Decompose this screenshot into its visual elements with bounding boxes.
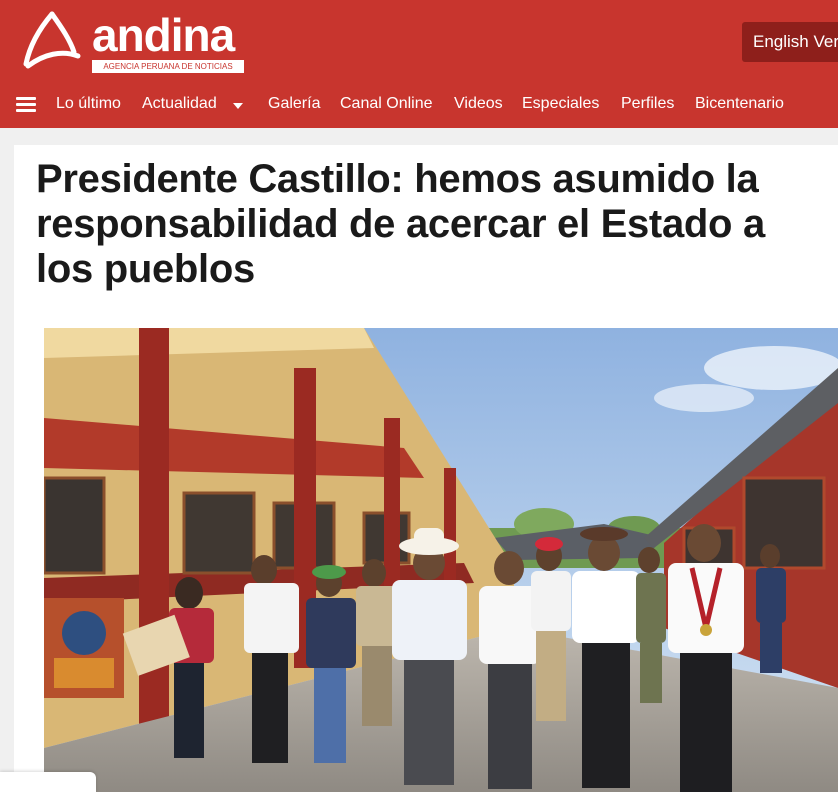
andina-logo[interactable]: andina AGENCIA PERUANA DE NOTICIAS xyxy=(22,10,252,74)
nav-lo-ultimo[interactable]: Lo último xyxy=(56,94,121,114)
site-header: andina AGENCIA PERUANA DE NOTICIAS Engli… xyxy=(0,0,838,128)
cookie-settings-tab[interactable] xyxy=(0,772,96,792)
nav-galeria[interactable]: Galería xyxy=(268,94,320,114)
logo-tagline: AGENCIA PERUANA DE NOTICIAS xyxy=(92,60,244,73)
article-photo[interactable] xyxy=(44,328,838,792)
nav-especiales[interactable]: Especiales xyxy=(522,94,599,114)
nav-perfiles[interactable]: Perfiles xyxy=(621,94,674,114)
nav-canal-online[interactable]: Canal Online xyxy=(340,94,433,114)
logo-wordmark: andina xyxy=(92,9,235,61)
hamburger-menu-icon[interactable] xyxy=(16,97,36,112)
andina-logo-mark-icon xyxy=(23,11,81,69)
main-nav: Lo último Actualidad Galería Canal Onlin… xyxy=(0,84,838,124)
english-version-button[interactable]: English Ver xyxy=(742,22,838,62)
nav-bicentenario[interactable]: Bicentenario xyxy=(695,94,784,114)
nav-actualidad[interactable]: Actualidad xyxy=(142,94,217,114)
article-title: Presidente Castillo: hemos asumido la re… xyxy=(36,157,765,291)
article-card: Presidente Castillo: hemos asumido la re… xyxy=(14,145,838,792)
article-photo-illustration xyxy=(44,328,838,792)
nav-videos[interactable]: Videos xyxy=(454,94,503,114)
chevron-down-icon[interactable] xyxy=(233,103,243,109)
